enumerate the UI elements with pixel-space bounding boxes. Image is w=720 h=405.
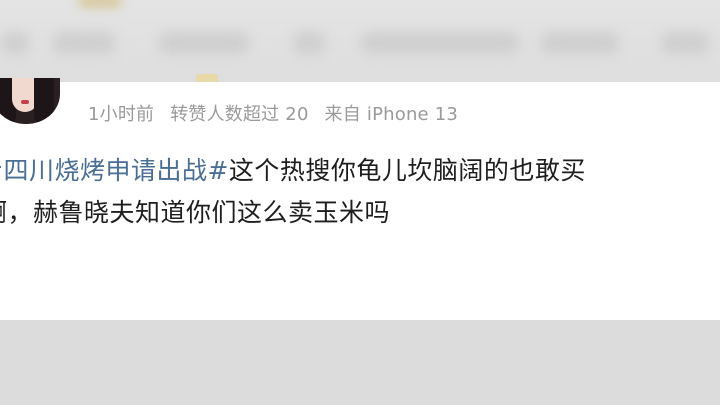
hashtag-link[interactable]: #四川烧烤申请出战# [0, 156, 229, 185]
bottom-gray-area [0, 320, 720, 405]
post-source: 来自 iPhone 13 [324, 104, 459, 125]
blurred-item [660, 32, 710, 54]
post-body-text-1: 这个热搜你龟儿坎脑阔的也敢买 [228, 156, 586, 185]
blurred-item [52, 32, 116, 54]
post-meta: 1小时前 转赞人数超过 20 来自 iPhone 13 [88, 100, 468, 126]
blurred-header [0, 0, 720, 82]
post-body-line-1: #四川烧烤申请出战#这个热搜你龟儿坎脑阔的也敢买 [0, 150, 720, 192]
blurred-item [292, 32, 326, 54]
post-time: 1小时前 [88, 104, 155, 125]
user-avatar[interactable] [0, 78, 60, 124]
post-card: 1小时前 转赞人数超过 20 来自 iPhone 13 #四川烧烤申请出战#这个… [0, 74, 720, 320]
blurred-item [158, 32, 250, 54]
blurred-mark [78, 0, 122, 8]
screen: 1小时前 转赞人数超过 20 来自 iPhone 13 #四川烧烤申请出战#这个… [0, 0, 720, 405]
post-body: #四川烧烤申请出战#这个热搜你龟儿坎脑阔的也敢买 啊，赫鲁晓夫知道你们这么卖玉米… [0, 150, 720, 234]
post-body-line-2: 啊，赫鲁晓夫知道你们这么卖玉米吗 [0, 198, 391, 227]
blurred-item [0, 32, 30, 54]
blurred-item [360, 32, 520, 54]
blurred-item [540, 32, 620, 54]
post-repost-count: 转赞人数超过 20 [170, 104, 309, 125]
badge-mark [196, 74, 218, 82]
